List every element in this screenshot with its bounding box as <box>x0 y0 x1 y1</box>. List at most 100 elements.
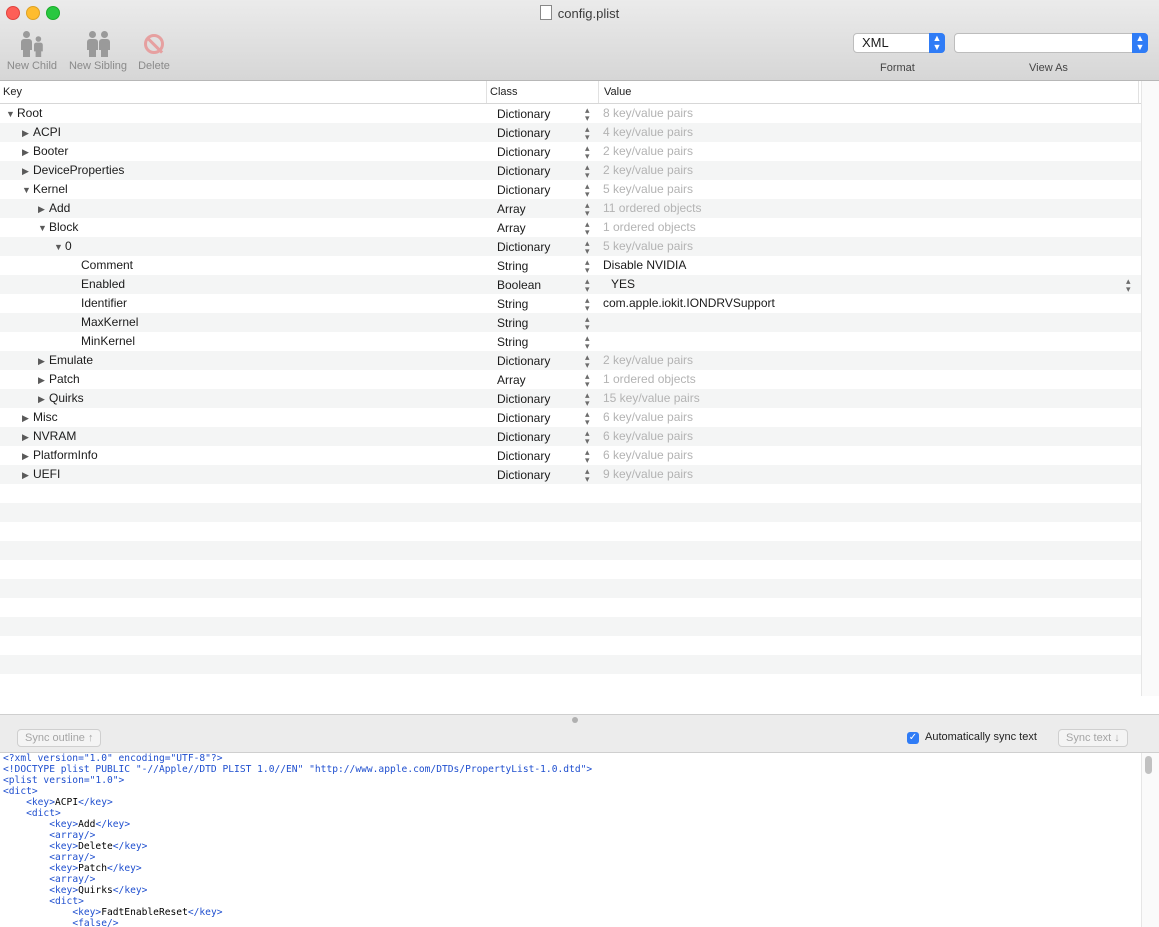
row-value[interactable]: YES <box>611 275 635 294</box>
outline-row[interactable]: ▼ Block Array ▴ ▾ 1 ordered objects <box>0 218 1141 237</box>
class-stepper-icon[interactable]: ▴ ▾ <box>585 313 590 332</box>
row-value[interactable]: 8 key/value pairs <box>603 104 693 123</box>
class-stepper-icon[interactable]: ▴ ▾ <box>585 446 590 465</box>
class-stepper-icon[interactable]: ▴ ▾ <box>585 237 590 256</box>
row-key[interactable]: ▶ Emulate <box>38 351 93 371</box>
row-key[interactable]: Identifier <box>81 294 127 313</box>
auto-sync-checkbox[interactable]: ✓ <box>907 732 919 744</box>
outline-row[interactable]: ▶ Emulate Dictionary ▴ ▾ 2 key/value pairs <box>0 351 1141 370</box>
class-stepper-icon[interactable]: ▴ ▾ <box>585 408 590 427</box>
outline-row[interactable]: MaxKernel String ▴ ▾ <box>0 313 1141 332</box>
disclosure-closed-icon[interactable]: ▶ <box>22 466 33 485</box>
disclosure-open-icon[interactable]: ▼ <box>54 238 65 257</box>
column-header-class[interactable]: Class <box>487 81 599 103</box>
row-class[interactable]: String <box>497 257 528 276</box>
disclosure-closed-icon[interactable]: ▶ <box>38 390 49 409</box>
outline-row[interactable]: ▼ 0 Dictionary ▴ ▾ 5 key/value pairs <box>0 237 1141 256</box>
delete-button[interactable]: Delete <box>136 28 172 72</box>
row-class[interactable]: Dictionary <box>497 447 550 466</box>
row-value[interactable]: 9 key/value pairs <box>603 465 693 484</box>
row-class[interactable]: String <box>497 295 528 314</box>
row-key[interactable]: ▶ Patch <box>38 370 80 390</box>
row-key[interactable]: Enabled <box>81 275 125 294</box>
disclosure-closed-icon[interactable]: ▶ <box>38 200 49 219</box>
outline-row[interactable]: ▶ DeviceProperties Dictionary ▴ ▾ 2 key/value… <box>0 161 1141 180</box>
class-stepper-icon[interactable]: ▴ ▾ <box>585 180 590 199</box>
disclosure-closed-icon[interactable]: ▶ <box>38 352 49 371</box>
row-value[interactable]: 6 key/value pairs <box>603 427 693 446</box>
disclosure-open-icon[interactable]: ▼ <box>6 105 17 124</box>
row-value[interactable]: 2 key/value pairs <box>603 161 693 180</box>
row-class[interactable]: Dictionary <box>497 352 550 371</box>
outline-row[interactable]: ▶ Patch Array ▴ ▾ 1 ordered objects <box>0 370 1141 389</box>
row-value[interactable]: Disable NVIDIA <box>603 256 686 275</box>
outline-row[interactable]: ▶ NVRAM Dictionary ▴ ▾ 6 key/value pairs <box>0 427 1141 446</box>
row-class[interactable]: Dictionary <box>497 105 550 124</box>
sync-text-button[interactable]: Sync text ↓ <box>1058 729 1128 747</box>
new-child-button[interactable]: New Child <box>4 28 60 72</box>
outline-row[interactable]: ▶ Quirks Dictionary ▴ ▾ 15 key/value pairs <box>0 389 1141 408</box>
column-header-key[interactable]: Key <box>0 81 487 103</box>
boolean-popup-icon[interactable]: ▴ ▾ <box>1126 275 1131 294</box>
row-class[interactable]: String <box>497 333 528 352</box>
row-key[interactable]: ▶ NVRAM <box>22 427 76 447</box>
row-class[interactable]: Dictionary <box>497 162 550 181</box>
sync-outline-button[interactable]: Sync outline ↑ <box>17 729 102 747</box>
view-as-popup[interactable]: ▲ ▼ <box>954 33 1148 53</box>
column-header-value[interactable]: Value <box>599 81 1139 103</box>
disclosure-open-icon[interactable]: ▼ <box>22 181 33 200</box>
outline-row[interactable]: Enabled Boolean ▴ ▾ YES ▴ ▾ <box>0 275 1141 294</box>
row-value[interactable]: com.apple.iokit.IONDRVSupport <box>603 294 775 313</box>
class-stepper-icon[interactable]: ▴ ▾ <box>585 465 590 484</box>
row-key[interactable]: ▶ DeviceProperties <box>22 161 124 181</box>
row-value[interactable]: 5 key/value pairs <box>603 237 693 256</box>
disclosure-closed-icon[interactable]: ▶ <box>22 162 33 181</box>
new-sibling-button[interactable]: New Sibling <box>66 28 130 72</box>
outline-row[interactable]: Comment String ▴ ▾ Disable NVIDIA <box>0 256 1141 275</box>
row-class[interactable]: Dictionary <box>497 124 550 143</box>
row-value[interactable]: 1 ordered objects <box>603 370 696 389</box>
class-stepper-icon[interactable]: ▴ ▾ <box>585 199 590 218</box>
xml-scrollbar[interactable] <box>1141 753 1159 927</box>
row-value[interactable]: 2 key/value pairs <box>603 142 693 161</box>
row-key[interactable]: MaxKernel <box>81 313 138 332</box>
row-class[interactable]: Array <box>497 200 526 219</box>
disclosure-closed-icon[interactable]: ▶ <box>22 447 33 466</box>
class-stepper-icon[interactable]: ▴ ▾ <box>585 294 590 313</box>
row-value[interactable]: 11 ordered objects <box>603 199 702 218</box>
row-class[interactable]: Array <box>497 219 526 238</box>
row-value[interactable]: 4 key/value pairs <box>603 123 693 142</box>
class-stepper-icon[interactable]: ▴ ▾ <box>585 389 590 408</box>
outline-row[interactable]: ▶ Misc Dictionary ▴ ▾ 6 key/value pairs <box>0 408 1141 427</box>
class-stepper-icon[interactable]: ▴ ▾ <box>585 351 590 370</box>
row-key[interactable]: MinKernel <box>81 332 135 351</box>
row-class[interactable]: String <box>497 314 528 333</box>
outline-row[interactable]: ▶ Add Array ▴ ▾ 11 ordered objects <box>0 199 1141 218</box>
class-stepper-icon[interactable]: ▴ ▾ <box>585 370 590 389</box>
row-key[interactable]: ▼ Block <box>38 218 78 238</box>
row-key[interactable]: ▶ Misc <box>22 408 58 428</box>
outline-row[interactable]: MinKernel String ▴ ▾ <box>0 332 1141 351</box>
xml-scroll-thumb[interactable] <box>1145 756 1152 774</box>
row-class[interactable]: Dictionary <box>497 390 550 409</box>
row-key[interactable]: ▶ Quirks <box>38 389 84 409</box>
row-class[interactable]: Dictionary <box>497 428 550 447</box>
row-class[interactable]: Dictionary <box>497 409 550 428</box>
row-class[interactable]: Boolean <box>497 276 541 295</box>
class-stepper-icon[interactable]: ▴ ▾ <box>585 332 590 351</box>
row-class[interactable]: Dictionary <box>497 238 550 257</box>
row-key[interactable]: ▼ Root <box>6 104 42 124</box>
outline-row[interactable]: ▶ PlatformInfo Dictionary ▴ ▾ 6 key/value pai… <box>0 446 1141 465</box>
class-stepper-icon[interactable]: ▴ ▾ <box>585 275 590 294</box>
row-key[interactable]: ▶ ACPI <box>22 123 61 143</box>
xml-text-view[interactable]: <?xml version="1.0" encoding="UTF-8"?> <!… <box>0 753 1141 927</box>
row-key[interactable]: ▼ 0 <box>54 237 72 257</box>
row-value[interactable]: 1 ordered objects <box>603 218 696 237</box>
class-stepper-icon[interactable]: ▴ ▾ <box>585 256 590 275</box>
outline-row[interactable]: ▶ UEFI Dictionary ▴ ▾ 9 key/value pairs <box>0 465 1141 484</box>
row-value[interactable]: 6 key/value pairs <box>603 408 693 427</box>
row-key[interactable]: Comment <box>81 256 133 275</box>
class-stepper-icon[interactable]: ▴ ▾ <box>585 104 590 123</box>
row-value[interactable]: 6 key/value pairs <box>603 446 693 465</box>
row-key[interactable]: ▶ PlatformInfo <box>22 446 98 466</box>
